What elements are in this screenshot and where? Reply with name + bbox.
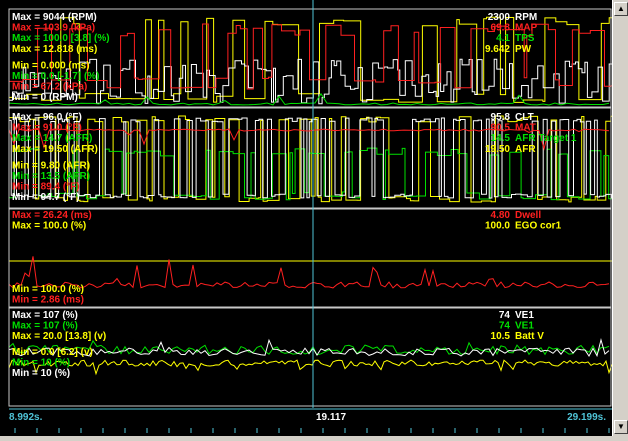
- series-name: AFR: [515, 144, 536, 155]
- series-name: RPM: [515, 12, 537, 23]
- axis-start-label: 8.992s.: [9, 412, 43, 423]
- series-name: VE1: [515, 321, 534, 332]
- min-label: Min = 0 (RPM): [12, 92, 78, 103]
- max-label: Max = 14.7 (AFR): [12, 133, 92, 144]
- scroll-down-icon[interactable]: ▼: [614, 420, 628, 434]
- series-name: AFR Target 1: [515, 133, 577, 144]
- min-label: Min = 67.2 (kPa): [12, 82, 87, 93]
- series-value: 14.5: [491, 133, 511, 144]
- max-label: Max = 103.9 (kPa): [12, 23, 95, 34]
- series-name: PW: [515, 44, 532, 55]
- series-name: MAT: [515, 123, 536, 134]
- max-label: Max = 100.0 [3.8] (%): [12, 33, 110, 44]
- series-value: 69.8: [491, 23, 511, 34]
- series-value: 19.50: [485, 144, 510, 155]
- datalog-viewer: Max = 9044 (RPM) Max = 103.9 (kPa) Max = 1…: [0, 0, 628, 436]
- series-value: 4.1: [496, 33, 510, 44]
- series-value: 90.5: [491, 123, 511, 134]
- axis-end-label: 29.199s.: [567, 412, 606, 423]
- min-label: Min = 13.5 (AFR): [12, 171, 90, 182]
- series-name: TPS: [515, 33, 535, 44]
- max-label: Max = 20.0 [13.8] (v): [12, 331, 106, 342]
- series-name: EGO cor1: [515, 221, 562, 232]
- min-label: Min = 10 (%): [12, 368, 70, 379]
- max-label: Max = 107 (%): [12, 310, 78, 321]
- time-axis: 8.992s. 29.199s. 19.117: [0, 408, 612, 436]
- vertical-scrollbar[interactable]: ▲ ▼: [612, 0, 628, 436]
- series-name: Batt V: [515, 331, 544, 342]
- max-label: Max = 9044 (RPM): [12, 12, 97, 23]
- series-name: VE1: [515, 310, 534, 321]
- max-label: Max = 107 (%): [12, 321, 78, 332]
- min-label: Min = 0.000 (ms): [12, 60, 90, 71]
- series-name: CLT: [515, 112, 534, 123]
- axis-band: [0, 408, 612, 436]
- cursor-time-label: 19.117: [316, 412, 346, 423]
- min-label: Min = 94.7 (°F): [12, 192, 80, 203]
- min-label: Min = 10 (%): [12, 357, 70, 368]
- datalog-chart-area[interactable]: Max = 9044 (RPM)Max = 103.9 (kPa)Max = 1…: [0, 0, 613, 436]
- series-name: Dwell: [515, 210, 541, 221]
- max-label: Max = 26.24 (ms): [12, 210, 92, 221]
- series-value: 100.0: [485, 221, 510, 232]
- scroll-up-icon[interactable]: ▲: [614, 2, 628, 16]
- series-value: 9.642: [485, 44, 510, 55]
- max-label: Max = 100.0 (%): [12, 221, 86, 232]
- min-label: Min = 0.0 [-1.7] (%): [12, 71, 100, 82]
- min-label: Min = 0.0 [6.2] (v): [12, 347, 93, 358]
- series-value: 4.80: [491, 210, 511, 221]
- series-name: MAP: [515, 23, 538, 34]
- min-label: Min = 89.4 (°F): [12, 182, 80, 193]
- series-value: 95.8: [491, 112, 511, 123]
- min-label: Min = 100.0 (%): [12, 284, 84, 295]
- series-value: 74: [499, 310, 511, 321]
- series-value: 74: [499, 321, 511, 332]
- max-label: Max = 12.818 (ms): [12, 44, 97, 55]
- max-label: Max = 96.0 (°F): [12, 112, 82, 123]
- min-label: Min = 9.80 (AFR): [12, 160, 90, 171]
- series-value: 10.5: [491, 331, 511, 342]
- max-label: Max = 91.0 (°F): [12, 123, 82, 134]
- min-label: Min = 2.86 (ms): [12, 295, 84, 306]
- series-value: 2300: [488, 12, 511, 23]
- max-label: Max = 19.50 (AFR): [12, 144, 98, 155]
